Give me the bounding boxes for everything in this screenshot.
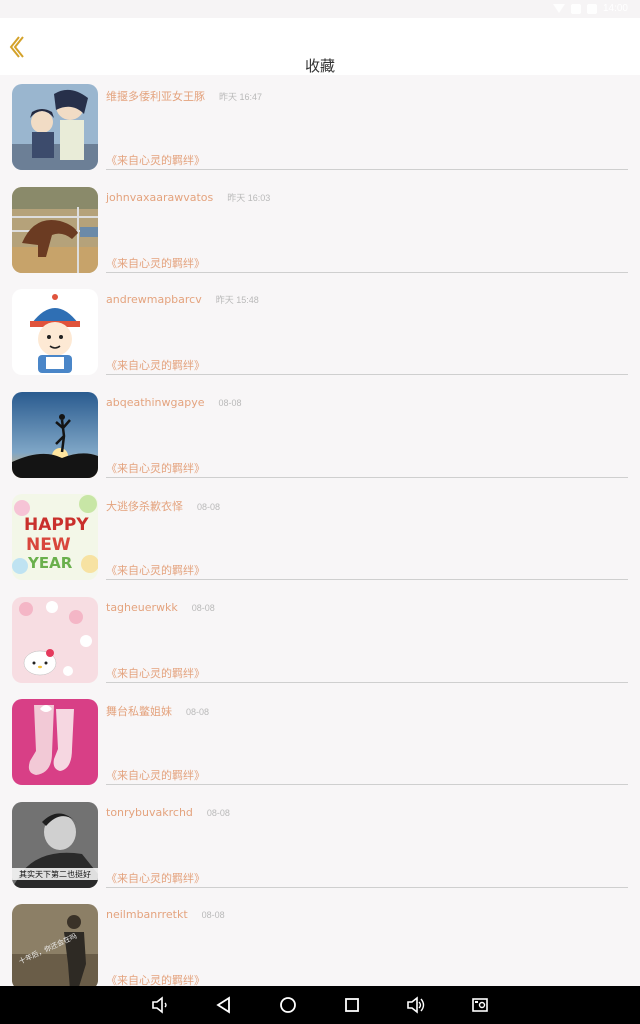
list-item[interactable]: 其实天下第二也挺好 tonrybuvakrchd 08-08 《来自心灵的羁绊》 (0, 793, 640, 896)
volume-up-icon[interactable] (406, 995, 426, 1015)
username[interactable]: 大逃侈杀歉衣怿 08-08 (106, 498, 220, 514)
list-item[interactable]: HAPPY NEW YEAR 大逃侈杀歉衣怿 08-08 《来自心灵的羁绊》 (0, 485, 640, 588)
username[interactable]: abqeathinwgapye 08-08 (106, 396, 242, 409)
source-link[interactable]: 《来自心灵的羁绊》 (106, 152, 205, 168)
source-link[interactable]: 《来自心灵的羁绊》 (106, 665, 205, 681)
list-item[interactable]: 维揠多倭利亚女王豚 昨天 16:47 《来自心灵的羁绊》 (0, 75, 640, 178)
username-text: 维揠多倭利亚女王豚 (106, 90, 205, 103)
source-link[interactable]: 《来自心灵的羁绊》 (106, 767, 205, 783)
timestamp: 08-08 (201, 910, 225, 920)
list-item[interactable]: tagheuerwkk 08-08 《来自心灵的羁绊》 (0, 588, 640, 691)
username[interactable]: johnvaxaarawvatos 昨天 16:03 (106, 191, 270, 204)
image-caption: 其实天下第二也挺好 (19, 869, 91, 879)
list-item[interactable]: andrewmapbarcv 昨天 15:48 《来自心灵的羁绊》 (0, 280, 640, 383)
back-icon[interactable] (214, 995, 234, 1015)
divider (106, 579, 628, 580)
home-icon[interactable] (278, 995, 298, 1015)
list-item[interactable]: johnvaxaarawvatos 昨天 16:03 《来自心灵的羁绊》 (0, 178, 640, 281)
username[interactable]: neilmbanrretkt 08-08 (106, 908, 225, 921)
cartoon-boy-image[interactable] (12, 289, 98, 375)
signal-icon (570, 3, 581, 14)
username-text: tonrybuvakrchd (106, 805, 193, 819)
username-text: abqeathinwgapye (106, 395, 205, 409)
timestamp: 08-08 (197, 502, 221, 512)
page-title: 收藏 (304, 57, 335, 75)
wifi-icon (552, 4, 565, 13)
timestamp: 昨天 16:03 (227, 192, 271, 203)
timestamp: 08-08 (186, 707, 210, 717)
man-outdoors-image[interactable]: 十年后，你还会在吗 (12, 904, 98, 990)
status-time: 14:00 (602, 3, 628, 14)
username-text: johnvaxaarawvatos (106, 190, 214, 204)
list-item[interactable]: 舞台私鳖姐妹 08-08 《来自心灵的羁绊》 (0, 690, 640, 793)
timestamp: 08-08 (206, 807, 230, 818)
pink-socks-image[interactable] (12, 699, 98, 785)
system-navbar (0, 986, 640, 1024)
source-link[interactable]: 《来自心灵的羁绊》 (106, 255, 205, 271)
timestamp: 昨天 15:48 (215, 295, 259, 305)
status-bar: 14:00 (0, 0, 640, 18)
divider (106, 886, 628, 888)
happy-new-year-image[interactable]: HAPPY NEW YEAR (12, 494, 98, 580)
volume-down-icon[interactable] (150, 995, 170, 1015)
username[interactable]: andrewmapbarcv 昨天 15:48 (106, 293, 259, 306)
screenshot-icon[interactable] (470, 995, 490, 1015)
username[interactable]: tonrybuvakrchd 08-08 (106, 806, 230, 819)
list-item[interactable]: 十年后，你还会在吗 neilmbanrretkt 08-08 《来自心灵的羁绊》 (0, 895, 640, 998)
list-item[interactable]: abqeathinwgapye 08-08 《来自心灵的羁绊》 (0, 383, 640, 486)
svg-text:NEW: NEW (26, 535, 71, 555)
battery-icon (586, 3, 597, 14)
username-text: tagheuerwkk (106, 600, 178, 614)
source-link[interactable]: 《来自心灵的羁绊》 (106, 870, 205, 886)
username-text: andrewmapbarcv (106, 293, 202, 306)
svg-text:HAPPY: HAPPY (24, 515, 89, 535)
hello-kitty-image[interactable] (12, 596, 98, 683)
horse-fence-image[interactable] (12, 186, 98, 273)
username-text: 舞台私鳖姐妹 (106, 705, 172, 718)
source-link[interactable]: 《来自心灵的羁绊》 (106, 357, 205, 373)
username[interactable]: 舞台私鳖姐妹 08-08 (106, 703, 209, 719)
divider (106, 784, 628, 785)
favorites-list: 维揠多倭利亚女王豚 昨天 16:47 《来自心灵的羁绊》 johnvaxaaraw… (0, 75, 640, 998)
anime-couple-image[interactable] (12, 84, 98, 170)
bw-portrait-image[interactable]: 其实天下第二也挺好 (12, 801, 98, 888)
timestamp: 08-08 (191, 602, 215, 613)
username[interactable]: 维揠多倭利亚女王豚 昨天 16:47 (106, 88, 262, 104)
status-icons: 14:00 (552, 3, 628, 14)
sunset-silhouette-image[interactable] (12, 391, 98, 478)
divider (106, 476, 628, 478)
timestamp: 08-08 (218, 397, 242, 408)
username-text: 大逃侈杀歉衣怿 (106, 500, 183, 513)
source-link[interactable]: 《来自心灵的羁绊》 (106, 562, 205, 578)
divider (106, 681, 628, 683)
username[interactable]: tagheuerwkk 08-08 (106, 601, 215, 614)
source-link[interactable]: 《来自心灵的羁绊》 (106, 460, 205, 476)
timestamp: 昨天 16:47 (219, 92, 263, 102)
divider (106, 374, 628, 375)
username-text: neilmbanrretkt (106, 908, 188, 921)
header: 收藏 (0, 18, 640, 75)
svg-text:YEAR: YEAR (27, 554, 73, 572)
divider (106, 271, 628, 273)
divider (106, 169, 628, 170)
recents-icon[interactable] (342, 995, 362, 1015)
